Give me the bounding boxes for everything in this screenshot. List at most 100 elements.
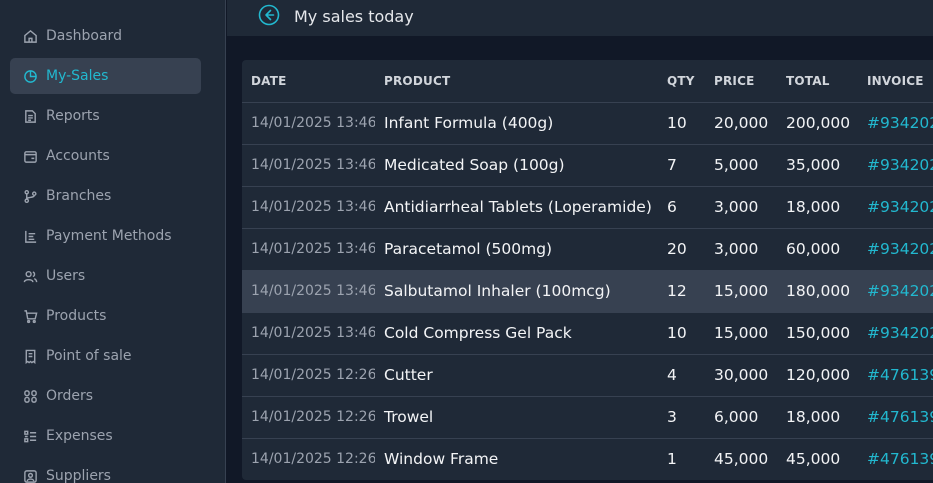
table-cell-total: 18,000 xyxy=(777,186,858,229)
table-cell-qty: 20 xyxy=(658,228,705,271)
sidebar-item-suppliers[interactable]: Suppliers xyxy=(10,458,201,483)
column-header-qty[interactable]: QTY xyxy=(658,60,705,103)
document-icon xyxy=(22,108,38,124)
table-cell-invoice[interactable]: #934202 xyxy=(858,228,933,271)
table-cell-date: 14/01/2025 13:46 xyxy=(242,144,375,187)
table-cell-qty: 7 xyxy=(658,144,705,187)
sidebar-item-label: Point of sale xyxy=(46,348,132,364)
table-cell-product: Salbutamol Inhaler (100mcg) xyxy=(375,270,658,313)
sidebar-item-label: Reports xyxy=(46,108,100,124)
orders-icon xyxy=(22,388,38,404)
table-cell-qty: 10 xyxy=(658,312,705,355)
table-cell-price: 20,000 xyxy=(705,102,777,145)
table-cell-qty: 12 xyxy=(658,270,705,313)
table-cell-date: 14/01/2025 12:26 xyxy=(242,396,375,439)
table-cell-total: 45,000 xyxy=(777,438,858,480)
back-arrow-icon[interactable] xyxy=(258,4,280,26)
sidebar-item-point-of-sale[interactable]: Point of sale xyxy=(10,338,201,374)
table-cell-product: Medicated Soap (100g) xyxy=(375,144,658,187)
sidebar-item-expenses[interactable]: Expenses xyxy=(10,418,201,454)
table-row[interactable]: 14/01/2025 13:46 Medicated Soap (100g) 7 5,… xyxy=(242,144,933,187)
table-row[interactable]: 14/01/2025 13:46 Cold Compress Gel Pack 10… xyxy=(242,312,933,355)
table-cell-price: 5,000 xyxy=(705,144,777,187)
column-header-product[interactable]: PRODUCT xyxy=(375,60,658,103)
table-row[interactable]: 14/01/2025 13:46 Salbutamol Inhaler (100m… xyxy=(242,270,933,313)
sidebar-item-label: Dashboard xyxy=(46,28,122,44)
table-row[interactable]: 14/01/2025 12:26 Cutter 4 30,000 120,000 #476… xyxy=(242,354,933,397)
table-cell-invoice[interactable]: #934202 xyxy=(858,270,933,313)
table-cell-price: 6,000 xyxy=(705,396,777,439)
table-cell-total: 18,000 xyxy=(777,396,858,439)
sidebar-item-label: Users xyxy=(46,268,86,284)
table-cell-date: 14/01/2025 12:26 xyxy=(242,438,375,480)
table-row[interactable]: 14/01/2025 12:26 Trowel 3 6,000 18,000 #47613… xyxy=(242,396,933,439)
main-content: My sales today DATE PRODUCT QTY PRICE TO… xyxy=(227,0,933,483)
list-check-icon xyxy=(22,428,38,444)
column-header-date[interactable]: DATE xyxy=(242,60,375,103)
sidebar-item-dashboard[interactable]: Dashboard xyxy=(10,18,201,54)
table-cell-qty: 1 xyxy=(658,438,705,480)
table-cell-total: 60,000 xyxy=(777,228,858,271)
page-title: My sales today xyxy=(294,7,414,26)
table-cell-invoice[interactable]: #934202 xyxy=(858,144,933,187)
table-cell-total: 180,000 xyxy=(777,270,858,313)
table-cell-price: 30,000 xyxy=(705,354,777,397)
cart-icon xyxy=(22,308,38,324)
table-cell-invoice[interactable]: #476139 xyxy=(858,354,933,397)
sales-table: DATE PRODUCT QTY PRICE TOTAL INVOICE 14/… xyxy=(242,60,933,480)
table-cell-invoice[interactable]: #476139 xyxy=(858,438,933,480)
table-cell-invoice[interactable]: #934202 xyxy=(858,186,933,229)
table-cell-date: 14/01/2025 13:46 xyxy=(242,228,375,271)
sidebar-item-my-sales[interactable]: My-Sales xyxy=(10,58,201,94)
table-cell-invoice[interactable]: #934202 xyxy=(858,102,933,145)
table-cell-date: 14/01/2025 13:46 xyxy=(242,312,375,355)
list-icon xyxy=(22,228,38,244)
branch-icon xyxy=(22,188,38,204)
table-cell-date: 14/01/2025 13:46 xyxy=(242,102,375,145)
table-cell-qty: 10 xyxy=(658,102,705,145)
sidebar-item-reports[interactable]: Reports xyxy=(10,98,201,134)
table-cell-product: Cold Compress Gel Pack xyxy=(375,312,658,355)
table-cell-product: Cutter xyxy=(375,354,658,397)
table-cell-price: 45,000 xyxy=(705,438,777,480)
table-cell-price: 15,000 xyxy=(705,270,777,313)
table-row[interactable]: 14/01/2025 13:46 Paracetamol (500mg) 20 3,0… xyxy=(242,228,933,271)
table-cell-product: Paracetamol (500mg) xyxy=(375,228,658,271)
sidebar-item-label: Orders xyxy=(46,388,94,404)
table-cell-date: 14/01/2025 13:46 xyxy=(242,186,375,229)
table-cell-product: Window Frame xyxy=(375,438,658,480)
supplier-icon xyxy=(22,468,38,483)
table-cell-invoice[interactable]: #934202 xyxy=(858,312,933,355)
sidebar-item-users[interactable]: Users xyxy=(10,258,201,294)
table-cell-invoice[interactable]: #476139 xyxy=(858,396,933,439)
table-cell-product: Antidiarrheal Tablets (Loperamide) xyxy=(375,186,658,229)
sales-table-container: DATE PRODUCT QTY PRICE TOTAL INVOICE 14/… xyxy=(242,60,933,480)
table-header-row: DATE PRODUCT QTY PRICE TOTAL INVOICE xyxy=(242,60,933,103)
home-icon xyxy=(22,28,38,44)
table-cell-product: Infant Formula (400g) xyxy=(375,102,658,145)
receipt-icon xyxy=(22,348,38,364)
table-cell-price: 3,000 xyxy=(705,186,777,229)
column-header-price[interactable]: PRICE xyxy=(705,60,777,103)
column-header-invoice[interactable]: INVOICE xyxy=(858,60,933,103)
sidebar-item-label: Branches xyxy=(46,188,112,204)
table-row[interactable]: 14/01/2025 12:26 Window Frame 1 45,000 45,00… xyxy=(242,438,933,480)
sidebar: Dashboard My-Sales Reports Accounts Bran… xyxy=(0,0,226,483)
sidebar-item-payment-methods[interactable]: Payment Methods xyxy=(10,218,201,254)
table-cell-qty: 6 xyxy=(658,186,705,229)
column-header-total[interactable]: TOTAL xyxy=(777,60,858,103)
table-cell-total: 150,000 xyxy=(777,312,858,355)
sidebar-item-label: Products xyxy=(46,308,107,324)
table-row[interactable]: 14/01/2025 13:46 Antidiarrheal Tablets (L… xyxy=(242,186,933,229)
table-cell-total: 120,000 xyxy=(777,354,858,397)
sidebar-item-orders[interactable]: Orders xyxy=(10,378,201,414)
table-cell-product: Trowel xyxy=(375,396,658,439)
sidebar-item-branches[interactable]: Branches xyxy=(10,178,201,214)
sidebar-item-products[interactable]: Products xyxy=(10,298,201,334)
table-cell-date: 14/01/2025 13:46 xyxy=(242,270,375,313)
sidebar-item-label: Suppliers xyxy=(46,468,111,483)
table-row[interactable]: 14/01/2025 13:46 Infant Formula (400g) 10 2… xyxy=(242,102,933,145)
sidebar-item-accounts[interactable]: Accounts xyxy=(10,138,201,174)
wallet-icon xyxy=(22,148,38,164)
page-header: My sales today xyxy=(227,0,933,37)
